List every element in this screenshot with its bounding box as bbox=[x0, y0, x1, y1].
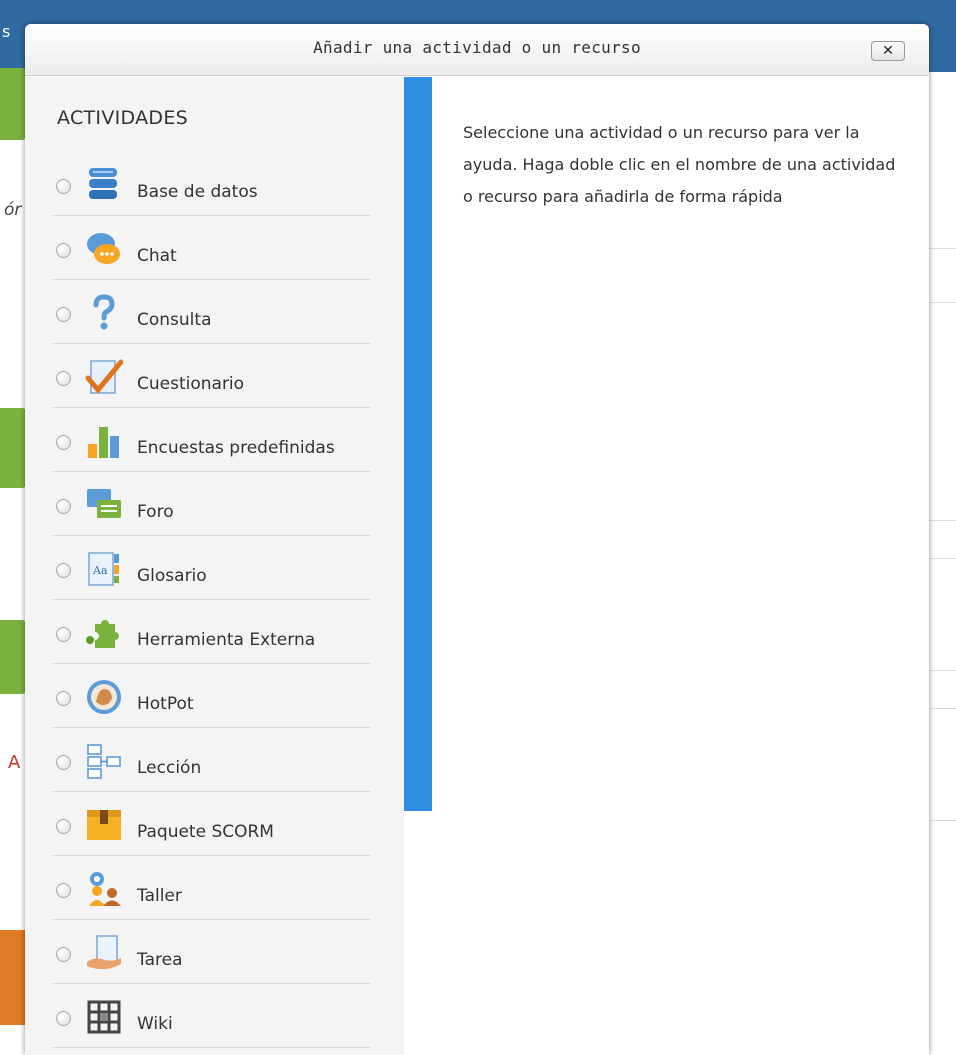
background-section-marker bbox=[0, 68, 26, 140]
background-divider bbox=[928, 708, 956, 709]
section-heading: ACTIVIDADES bbox=[57, 107, 189, 129]
option-label: Chat bbox=[137, 246, 177, 266]
background-divider bbox=[928, 820, 956, 821]
option-base-de-datos[interactable]: Base de datos bbox=[53, 152, 370, 216]
option-consulta[interactable]: Consulta bbox=[53, 280, 370, 344]
option-label: Consulta bbox=[137, 310, 212, 330]
option-label: HotPot bbox=[137, 694, 194, 714]
background-section-marker bbox=[0, 620, 26, 694]
option-taller[interactable]: Taller bbox=[53, 856, 370, 920]
background-divider bbox=[928, 302, 956, 303]
option-paquete-scorm[interactable]: Paquete SCORM bbox=[53, 792, 370, 856]
option-label: Lección bbox=[137, 758, 202, 778]
background-divider bbox=[928, 558, 956, 559]
add-activity-dialog: Añadir una actividad o un recurso ✕ ACTI… bbox=[25, 24, 929, 1055]
close-button[interactable]: ✕ bbox=[871, 41, 905, 61]
package-icon bbox=[87, 810, 121, 840]
option-label: Wiki bbox=[137, 1014, 173, 1034]
background-section-marker bbox=[0, 408, 26, 488]
option-label: Taller bbox=[137, 886, 182, 906]
background-fragment: ór bbox=[4, 200, 22, 220]
option-label: Paquete SCORM bbox=[137, 822, 274, 842]
quiz-check-icon bbox=[85, 359, 123, 394]
hotpot-icon bbox=[87, 680, 121, 714]
database-icon bbox=[89, 168, 117, 199]
option-cuestionario[interactable]: Cuestionario bbox=[53, 344, 370, 408]
lesson-icon bbox=[87, 744, 121, 779]
puzzle-icon bbox=[86, 620, 119, 648]
question-icon bbox=[93, 294, 115, 330]
option-label: Base de datos bbox=[137, 182, 258, 202]
option-label: Foro bbox=[137, 502, 174, 522]
assignment-icon bbox=[87, 935, 121, 970]
radio-button[interactable] bbox=[56, 499, 71, 514]
workshop-icon bbox=[89, 872, 121, 906]
glossary-icon: Aa bbox=[88, 552, 119, 586]
radio-button[interactable] bbox=[56, 563, 71, 578]
option-foro[interactable]: Foro bbox=[53, 472, 370, 536]
option-chat[interactable]: Chat bbox=[53, 216, 370, 280]
background-divider bbox=[928, 520, 956, 521]
option-label: Glosario bbox=[137, 566, 207, 586]
wiki-icon bbox=[87, 1000, 121, 1034]
radio-button[interactable] bbox=[56, 883, 71, 898]
radio-button[interactable] bbox=[56, 627, 71, 642]
option-tarea[interactable]: Tarea bbox=[53, 920, 370, 984]
option-label: Encuestas predefinidas bbox=[137, 438, 335, 458]
options-panel: ACTIVIDADES Base de datos Chat Consulta … bbox=[25, 77, 404, 1055]
radio-button[interactable] bbox=[56, 371, 71, 386]
background-topbar-text: s bbox=[2, 22, 11, 41]
background-link-fragment: A bbox=[8, 752, 21, 773]
option-hotpot[interactable]: HotPot bbox=[53, 664, 370, 728]
option-label: Herramienta Externa bbox=[137, 630, 316, 650]
background-divider bbox=[928, 248, 956, 249]
svg-text:Aa: Aa bbox=[92, 564, 108, 577]
dialog-header: Añadir una actividad o un recurso ✕ bbox=[25, 24, 929, 76]
background-section-marker bbox=[0, 930, 26, 1025]
radio-button[interactable] bbox=[56, 243, 71, 258]
forum-icon bbox=[87, 489, 121, 518]
radio-button[interactable] bbox=[56, 307, 71, 322]
radio-button[interactable] bbox=[56, 179, 71, 194]
background-divider bbox=[928, 670, 956, 671]
option-wiki[interactable]: Wiki bbox=[53, 984, 370, 1048]
option-leccion[interactable]: Lección bbox=[53, 728, 370, 792]
selection-accent-bar bbox=[404, 77, 432, 811]
option-label: Cuestionario bbox=[137, 374, 245, 394]
bar-chart-icon bbox=[88, 427, 119, 458]
option-label: Tarea bbox=[137, 950, 183, 970]
dialog-title: Añadir una actividad o un recurso bbox=[313, 38, 641, 57]
radio-button[interactable] bbox=[56, 691, 71, 706]
radio-button[interactable] bbox=[56, 947, 71, 962]
radio-button[interactable] bbox=[56, 1011, 71, 1026]
help-text: Seleccione una actividad o un recurso pa… bbox=[463, 123, 896, 206]
option-encuestas-predefinidas[interactable]: Encuestas predefinidas bbox=[53, 408, 370, 472]
option-herramienta-externa[interactable]: Herramienta Externa bbox=[53, 600, 370, 664]
chat-icon bbox=[87, 233, 120, 264]
radio-button[interactable] bbox=[56, 755, 71, 770]
option-glosario[interactable]: Aa Glosario bbox=[53, 536, 370, 600]
background-right-column bbox=[928, 72, 956, 1055]
radio-button[interactable] bbox=[56, 435, 71, 450]
radio-button[interactable] bbox=[56, 819, 71, 834]
